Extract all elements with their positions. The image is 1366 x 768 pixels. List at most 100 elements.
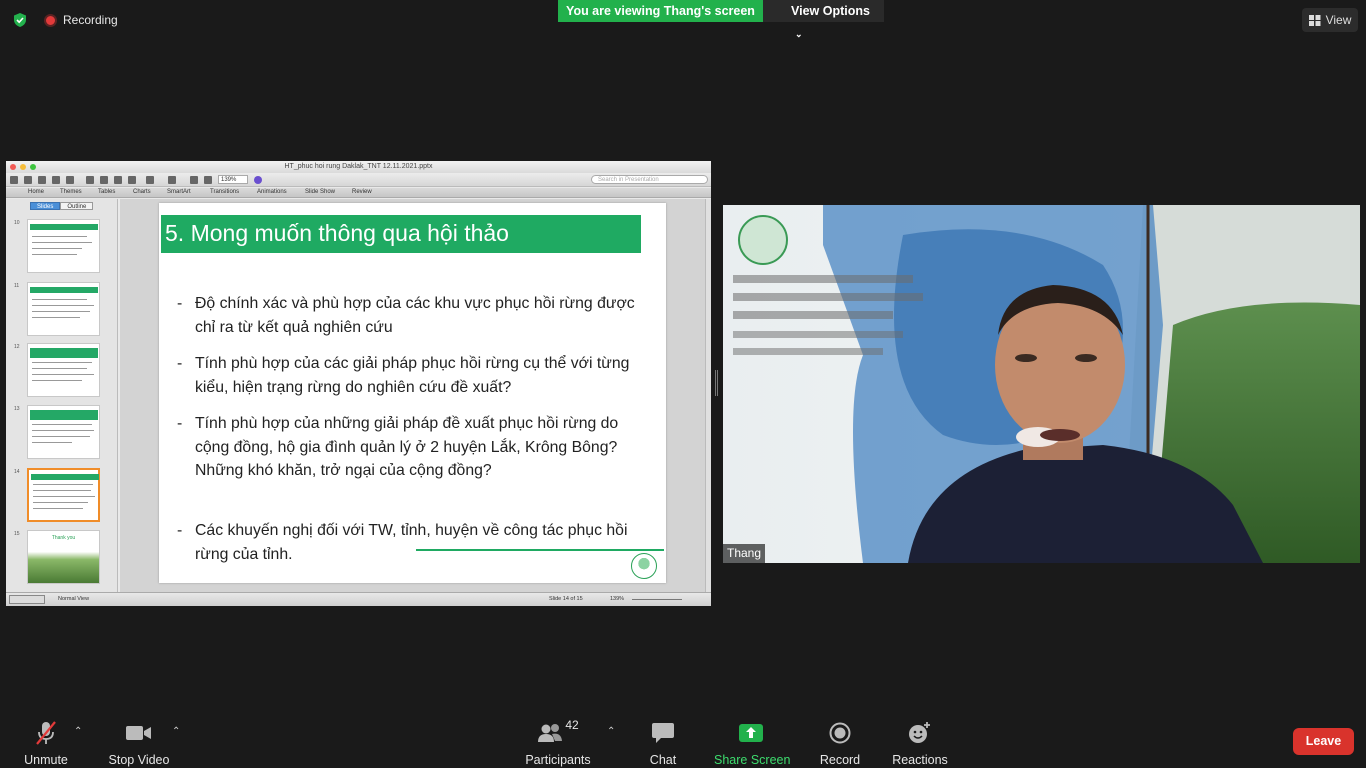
slide-footer-line: [416, 549, 664, 551]
bullet-text: Tính phù hợp của các giải pháp phục hồi …: [195, 355, 630, 396]
recording-indicator[interactable]: Recording: [44, 13, 118, 27]
chat-icon: [652, 723, 674, 743]
status-zoom: 139%: [610, 596, 625, 602]
view-options-label: View Options: [791, 4, 870, 18]
recording-label: Recording: [63, 13, 118, 27]
grid-view-icon: [1308, 14, 1321, 26]
ribbon-tab-review[interactable]: Review: [352, 189, 372, 195]
participants-button[interactable]: 42 Participants: [524, 718, 592, 767]
reactions-label: Reactions: [892, 753, 948, 767]
slide-thumbnail[interactable]: [27, 219, 100, 273]
bullet-text: Tính phù hợp của những giải pháp đề xuất…: [195, 415, 619, 479]
video-options-caret-icon[interactable]: ⌃: [172, 726, 180, 737]
print-icon[interactable]: [66, 176, 74, 184]
minimize-window-icon[interactable]: [20, 164, 26, 170]
slide-bullet: - Tính phù hợp của những giải pháp đề xu…: [177, 412, 645, 483]
gallery-icon[interactable]: [190, 176, 198, 184]
participant-video[interactable]: [723, 205, 1360, 563]
view-switcher[interactable]: [9, 595, 45, 604]
slide-thumbnail[interactable]: [27, 343, 100, 397]
zoom-slider[interactable]: [632, 599, 682, 600]
paste-icon[interactable]: [114, 176, 122, 184]
bullet-text: Độ chính xác và phù hợp của các khu vực …: [195, 295, 635, 336]
ppt-ribbon: Home Themes Tables Charts SmartArt Trans…: [6, 188, 711, 198]
chat-button[interactable]: Chat: [641, 720, 685, 767]
share-screen-label: Share Screen: [714, 753, 791, 767]
slide-thumbnail-selected[interactable]: [27, 468, 100, 522]
ribbon-tab-charts[interactable]: Charts: [133, 189, 151, 195]
status-view: Normal View: [58, 596, 90, 602]
thumbnail-number: 13: [14, 406, 20, 412]
tropenbos-logo-icon: [631, 553, 657, 579]
save-icon[interactable]: [52, 176, 60, 184]
ribbon-tab-animations[interactable]: Animations: [257, 189, 287, 195]
chevron-down-icon: ⌄: [795, 29, 803, 39]
tab-slides[interactable]: Slides: [30, 202, 61, 210]
recording-dot-icon: [44, 13, 57, 27]
ppt-toolbar: 139% Search in Presentation: [6, 173, 711, 187]
slides-panel[interactable]: Slides Outline 10 11 12 13 14 15 Thank y…: [6, 199, 118, 592]
slide-thumbnail[interactable]: [27, 405, 100, 459]
bullet-dash: -: [177, 295, 183, 312]
maximize-window-icon[interactable]: [30, 164, 36, 170]
stop-video-button[interactable]: Stop Video: [104, 720, 174, 767]
search-input[interactable]: Search in Presentation: [591, 175, 708, 184]
view-button[interactable]: View: [1302, 8, 1358, 32]
open-icon[interactable]: [38, 176, 46, 184]
participants-options-caret-icon[interactable]: ⌃: [607, 726, 615, 737]
vertical-scrollbar[interactable]: [705, 199, 711, 592]
undo-icon[interactable]: [146, 176, 154, 184]
unmute-label: Unmute: [24, 753, 68, 767]
ppt-statusbar: Normal View Slide 14 of 15 139%: [6, 592, 711, 606]
slide-title: 5. Mong muốn thông qua hội thảo: [165, 220, 509, 246]
ribbon-tab-home[interactable]: Home: [28, 189, 44, 195]
view-button-label: View: [1325, 13, 1352, 27]
thumbnail-number: 14: [14, 469, 20, 475]
leave-button[interactable]: Leave: [1293, 728, 1354, 755]
new-icon[interactable]: [10, 176, 18, 184]
thumbnail-number: 11: [14, 283, 20, 289]
ppt-titlebar: HT_phuc hoi rung Daklak_TNT 12.11.2021.p…: [6, 161, 711, 173]
view-options-button[interactable]: View Options ⌄: [763, 0, 884, 39]
ribbon-tab-smartart[interactable]: SmartArt: [167, 189, 191, 195]
microphone-muted-icon: [36, 721, 56, 745]
ppt-window-title: HT_phuc hoi rung Daklak_TNT 12.11.2021.p…: [284, 163, 433, 170]
slide-thumbnail[interactable]: Thank you: [27, 530, 100, 584]
help-icon[interactable]: [254, 176, 262, 184]
share-screen-button[interactable]: Share Screen: [714, 720, 791, 767]
security-shield-icon[interactable]: [12, 12, 28, 28]
sidebar-icon[interactable]: [204, 176, 212, 184]
slide-thumbnail[interactable]: [27, 282, 100, 336]
slide-bullet: - Độ chính xác và phù hợp của các khu vự…: [177, 292, 645, 339]
shared-screen[interactable]: HT_phuc hoi rung Daklak_TNT 12.11.2021.p…: [6, 161, 711, 606]
record-button[interactable]: Record: [818, 720, 862, 767]
bullet-text: Các khuyến nghị đối với TW, tỉnh, huyện …: [195, 522, 628, 563]
ribbon-tab-transitions[interactable]: Transitions: [210, 189, 239, 195]
split-divider-handle[interactable]: [715, 370, 718, 396]
bullet-dash: -: [177, 355, 183, 372]
close-window-icon[interactable]: [10, 164, 16, 170]
format-icon[interactable]: [128, 176, 136, 184]
share-screen-icon: [739, 724, 763, 742]
redo-icon[interactable]: [168, 176, 176, 184]
video-camera-icon: [126, 726, 151, 740]
viewing-banner: You are viewing Thang's screen: [558, 0, 763, 22]
copy-icon[interactable]: [100, 176, 108, 184]
cut-icon[interactable]: [86, 176, 94, 184]
ribbon-tab-themes[interactable]: Themes: [60, 189, 82, 195]
templates-icon[interactable]: [24, 176, 32, 184]
reactions-button[interactable]: Reactions: [892, 720, 948, 767]
bullet-dash: -: [177, 415, 183, 432]
zoom-select[interactable]: 139%: [218, 175, 248, 184]
audio-options-caret-icon[interactable]: ⌃: [74, 726, 82, 737]
tab-outline[interactable]: Outline: [60, 202, 94, 210]
slide-bullet: - Tính phù hợp của các giải pháp phục hồ…: [177, 352, 645, 399]
thumbnail-number: 10: [14, 220, 20, 226]
participants-count: 42: [565, 718, 579, 732]
bullet-dash: -: [177, 522, 183, 539]
ribbon-tab-slideshow[interactable]: Slide Show: [305, 189, 335, 195]
unmute-button[interactable]: Unmute: [20, 720, 72, 767]
slide-bullet: - Các khuyến nghị đối với TW, tỉnh, huyệ…: [177, 519, 645, 566]
ribbon-tab-tables[interactable]: Tables: [98, 189, 115, 195]
chat-label: Chat: [649, 753, 677, 767]
